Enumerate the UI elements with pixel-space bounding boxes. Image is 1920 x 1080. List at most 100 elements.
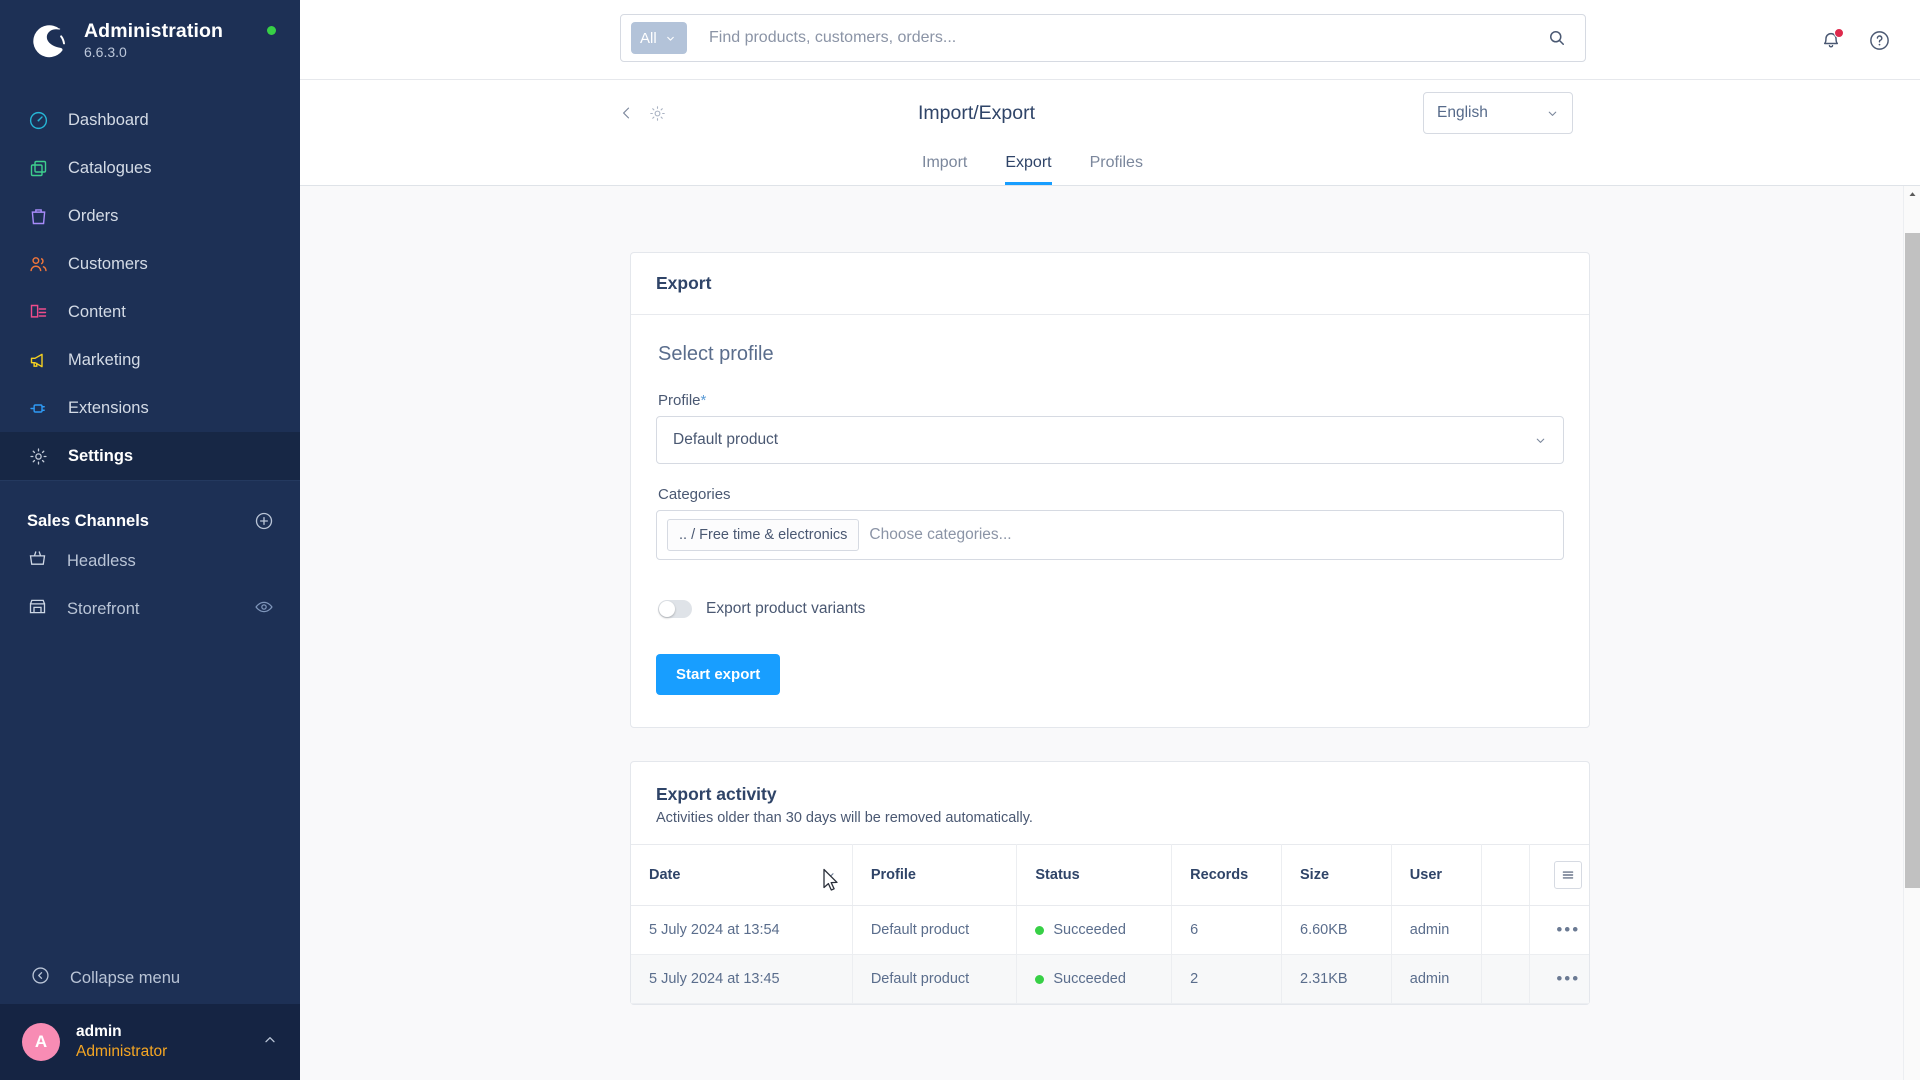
sidebar-item-label: Customers	[68, 254, 148, 273]
toggle-knob	[659, 601, 675, 617]
cell-user: admin	[1391, 954, 1482, 1004]
language-selector[interactable]: English	[1423, 92, 1573, 134]
search-input[interactable]	[687, 16, 1539, 60]
content-scroll-region: Export Select profile Profile* Default p…	[300, 186, 1920, 1080]
sidebar-channel-storefront[interactable]: Storefront	[0, 585, 300, 633]
collapse-menu-label: Collapse menu	[70, 968, 181, 987]
cell-date: 5 July 2024 at 13:54	[631, 905, 853, 955]
tab-import[interactable]: Import	[922, 154, 967, 185]
chevron-down-icon	[1548, 111, 1557, 116]
row-context-menu-icon[interactable]: •••	[1556, 920, 1580, 939]
page-title: Import/Export	[918, 101, 1036, 124]
column-header-status[interactable]: Status	[1016, 844, 1173, 906]
user-account-menu[interactable]: A admin Administrator	[0, 1004, 300, 1080]
cell-size: 2.31KB	[1281, 954, 1392, 1004]
tab-bar: Import Export Profiles	[300, 146, 1920, 186]
row-actions-cell[interactable]: •••	[1529, 954, 1589, 1004]
sidebar-item-dashboard[interactable]: Dashboard	[0, 96, 300, 144]
search-icon[interactable]	[1539, 28, 1575, 48]
categories-label: Categories	[658, 486, 731, 503]
sidebar-item-catalogues[interactable]: Catalogues	[0, 144, 300, 192]
sidebar-item-marketing[interactable]: Marketing	[0, 336, 300, 384]
table-row[interactable]: 5 July 2024 at 13:45 Default product Suc…	[631, 954, 1589, 1004]
category-chip[interactable]: .. / Free time & electronics	[667, 519, 860, 551]
sidebar-item-content[interactable]: Content	[0, 288, 300, 336]
column-header-records[interactable]: Records	[1171, 844, 1282, 906]
select-profile-heading: Select profile	[658, 343, 774, 365]
sidebar-item-customers[interactable]: Customers	[0, 240, 300, 288]
table-column-settings-button[interactable]	[1553, 861, 1582, 889]
column-header-profile[interactable]: Profile	[852, 844, 1018, 906]
copy-icon	[27, 157, 49, 179]
profile-select-value: Default product	[673, 431, 779, 448]
basket-icon	[27, 548, 48, 574]
notifications-bell-icon[interactable]	[1818, 27, 1844, 53]
sidebar-item-label: Orders	[68, 206, 119, 225]
page-settings-gear-icon[interactable]	[648, 104, 667, 123]
export-activity-table: Date Profile Status Records Size User 5 …	[631, 844, 1589, 1004]
bag-icon	[27, 205, 49, 227]
export-product-variants-toggle[interactable]	[658, 600, 692, 618]
profile-label: Profile*	[656, 392, 1564, 409]
sidebar-item-settings[interactable]: Settings	[0, 432, 300, 480]
table-row[interactable]: 5 July 2024 at 13:54 Default product Suc…	[631, 905, 1589, 955]
vertical-scrollbar[interactable]	[1903, 186, 1920, 1080]
cell-records: 2	[1171, 954, 1282, 1004]
search-scope-selector[interactable]: All	[631, 22, 687, 54]
sidebar-item-extensions[interactable]: Extensions	[0, 384, 300, 432]
sidebar-item-orders[interactable]: Orders	[0, 192, 300, 240]
speedometer-icon	[27, 109, 49, 131]
column-header-date[interactable]: Date	[631, 844, 853, 906]
back-chevron-icon[interactable]	[618, 104, 636, 122]
scroll-up-arrow-icon[interactable]	[1904, 186, 1920, 203]
cell-size: 6.60KB	[1281, 905, 1392, 955]
column-header-size[interactable]: Size	[1281, 844, 1392, 906]
column-header-user[interactable]: User	[1391, 844, 1482, 906]
chevron-up-icon[interactable]	[262, 1032, 278, 1053]
app-version: 6.6.3.0	[84, 43, 127, 60]
preview-storefront-icon[interactable]	[254, 597, 274, 622]
search-scope-label: All	[640, 29, 657, 47]
chevron-down-icon	[1536, 438, 1545, 443]
cell-user: admin	[1391, 905, 1482, 955]
chevron-down-icon	[666, 36, 674, 41]
cell-status: Succeeded	[1016, 905, 1173, 955]
content-inner: Export Select profile Profile* Default p…	[300, 186, 1920, 1005]
users-icon	[27, 253, 49, 275]
categories-placeholder: Choose categories...	[869, 526, 1012, 543]
row-actions-cell[interactable]: •••	[1529, 905, 1589, 955]
categories-field-group: Categories .. / Free time & electronics …	[656, 486, 1564, 560]
profile-field-group: Profile* Default product	[656, 392, 1564, 464]
sidebar-item-label: Content	[68, 302, 126, 321]
tab-profiles[interactable]: Profiles	[1090, 154, 1143, 185]
system-status-dot	[267, 26, 276, 35]
cell-profile: Default product	[852, 905, 1018, 955]
export-activity-subtitle: Activities older than 30 days will be re…	[656, 810, 1033, 826]
add-sales-channel-icon[interactable]	[254, 511, 274, 531]
categories-multiselect[interactable]: .. / Free time & electronics Choose cate…	[656, 510, 1564, 560]
sidebar-channel-label: Headless	[67, 551, 136, 570]
start-export-button[interactable]: Start export	[656, 654, 781, 695]
profile-select[interactable]: Default product	[656, 416, 1564, 464]
sidebar-channel-headless[interactable]: Headless	[0, 537, 300, 585]
export-activity-card: Export activity Activities older than 30…	[630, 761, 1590, 1005]
scrollbar-thumb[interactable]	[1905, 233, 1920, 888]
help-icon[interactable]	[1866, 27, 1892, 53]
app-title: Administration	[84, 19, 223, 42]
global-search-bar[interactable]: All	[620, 14, 1586, 62]
status-label: Succeeded	[1053, 971, 1126, 987]
cell-date: 5 July 2024 at 13:45	[631, 954, 853, 1004]
gear-icon	[27, 445, 49, 467]
user-name: admin	[76, 1022, 122, 1040]
main-sidebar: Administration 6.6.3.0 Dashboard Catalog…	[0, 0, 300, 1080]
sidebar-title-block: Administration 6.6.3.0	[84, 19, 223, 62]
row-context-menu-icon[interactable]: •••	[1556, 969, 1580, 988]
profile-label-text: Profile	[658, 392, 701, 409]
sidebar-channel-label: Storefront	[67, 599, 140, 618]
tab-export[interactable]: Export	[1005, 154, 1052, 185]
export-card-body: Select profile Profile* Default product	[631, 315, 1589, 727]
status-dot	[1035, 974, 1045, 984]
collapse-menu-button[interactable]: Collapse menu	[0, 952, 300, 1004]
cell-status: Succeeded	[1016, 954, 1173, 1004]
sales-channels-header: Sales Channels	[0, 481, 300, 537]
